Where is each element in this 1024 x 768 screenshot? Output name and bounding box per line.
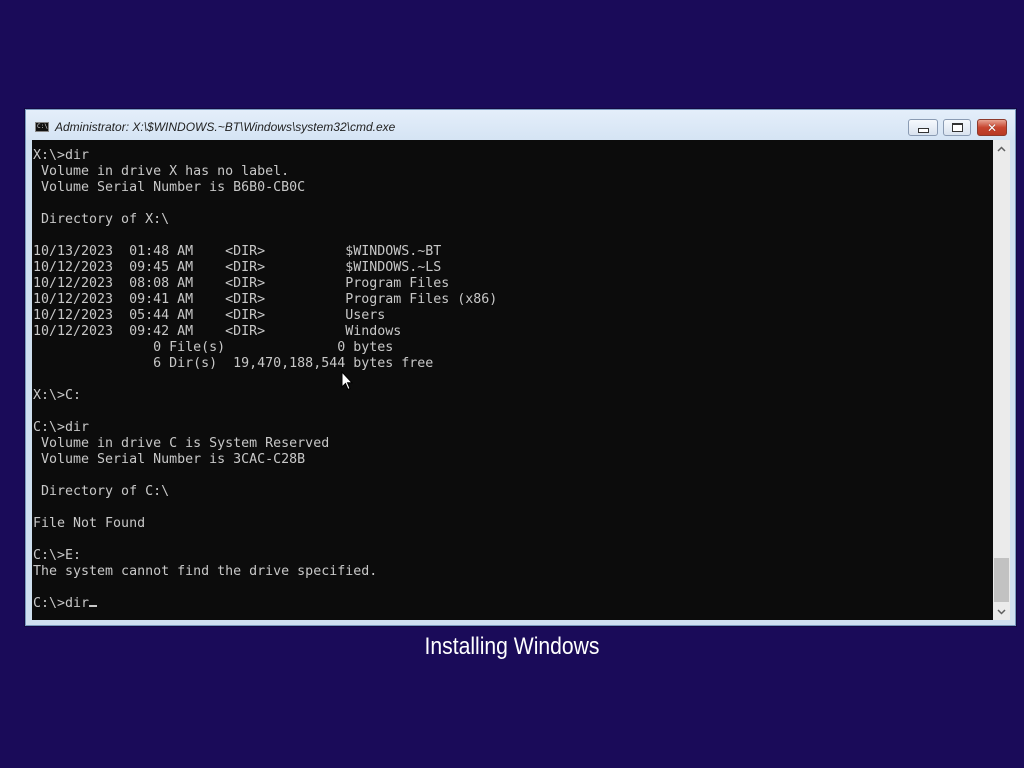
installing-status: Installing Windows [424, 633, 600, 660]
close-icon: ✕ [986, 120, 998, 135]
command-prompt-line[interactable]: C:\>dir [33, 596, 497, 612]
console-output[interactable]: X:\>dir Volume in drive X has no label. … [32, 140, 993, 620]
mouse-pointer-icon [341, 371, 353, 391]
window-title: Administrator: X:\$WINDOWS.~BT\Windows\s… [55, 120, 396, 134]
console-line: Directory of C:\ [33, 484, 170, 499]
console-line: 6 Dir(s) 19,470,188,544 bytes free [33, 356, 434, 371]
maximize-icon [951, 123, 963, 132]
minimize-button[interactable] [908, 119, 938, 136]
console-line: 10/12/2023 05:44 AM <DIR> Users [33, 308, 386, 323]
vertical-scrollbar[interactable] [993, 140, 1010, 620]
command-prompt: C:\>dir [33, 596, 90, 611]
console-line: 10/12/2023 09:45 AM <DIR> $WINDOWS.~LS [33, 260, 442, 275]
console-line: C:\>E: [33, 548, 82, 563]
console-line: Directory of X:\ [33, 212, 170, 227]
console-line: The system cannot find the drive specifi… [33, 564, 378, 579]
close-button[interactable]: ✕ [977, 119, 1007, 136]
console-line: 10/12/2023 08:08 AM <DIR> Program Files [33, 276, 450, 291]
scroll-up-arrow-icon[interactable] [993, 140, 1010, 157]
text-cursor [89, 605, 98, 607]
console-line: X:\>dir [33, 148, 90, 163]
setup-background: C:\ Administrator: X:\$WINDOWS.~BT\Windo… [0, 0, 1024, 768]
console-line: Volume in drive X has no label. [33, 164, 290, 179]
scroll-thumb[interactable] [994, 558, 1009, 602]
maximize-button[interactable] [943, 119, 971, 136]
console-line: Volume Serial Number is 3CAC-C28B [33, 452, 306, 467]
console-line: 0 File(s) 0 bytes [33, 340, 394, 355]
console-line: C:\>dir [33, 420, 90, 435]
console-line: 10/12/2023 09:41 AM <DIR> Program Files … [33, 292, 498, 307]
cmd-window[interactable]: C:\ Administrator: X:\$WINDOWS.~BT\Windo… [25, 109, 1016, 626]
console-line: 10/12/2023 09:42 AM <DIR> Windows [33, 324, 402, 339]
console-line: File Not Found [33, 516, 146, 531]
console-line: Volume Serial Number is B6B0-CB0C [33, 180, 306, 195]
cmd-icon: C:\ [35, 122, 49, 132]
console-line: 10/13/2023 01:48 AM <DIR> $WINDOWS.~BT [33, 244, 442, 259]
console-text: X:\>dir Volume in drive X has no label. … [33, 148, 497, 612]
console-line: X:\>C: [33, 388, 82, 403]
minimize-icon [917, 127, 929, 133]
title-bar[interactable]: C:\ Administrator: X:\$WINDOWS.~BT\Windo… [26, 110, 1015, 140]
console-line: Volume in drive C is System Reserved [33, 436, 330, 451]
scroll-down-arrow-icon[interactable] [993, 603, 1010, 620]
